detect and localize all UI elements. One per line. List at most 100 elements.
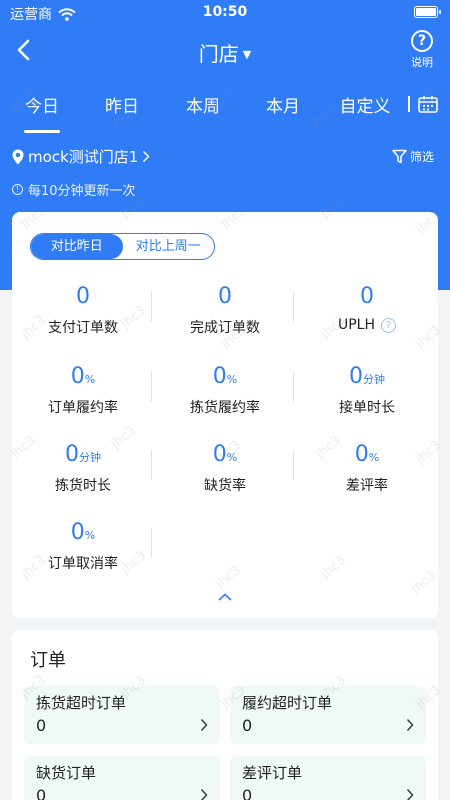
store-selector[interactable]: mock测试门店1 bbox=[12, 146, 150, 167]
order-tile-label: 履约超时订单 bbox=[242, 694, 333, 712]
metric-value: 0 bbox=[212, 442, 227, 467]
metric-value: 0 bbox=[212, 364, 227, 389]
metric-value: 0 bbox=[349, 364, 363, 389]
chevron-right-icon bbox=[200, 789, 208, 800]
compare-yesterday-option[interactable]: 对比昨日 bbox=[31, 234, 123, 259]
order-tile-value: 0 bbox=[242, 716, 253, 735]
metric-value: 0 bbox=[360, 284, 374, 309]
metric-label: 接单时长 bbox=[339, 400, 395, 416]
metric-unit: 分钟 bbox=[363, 373, 385, 386]
metric-paid-orders: 0 支付订单数 bbox=[12, 284, 154, 337]
metric-label: 差评率 bbox=[346, 478, 388, 494]
status-time: 10:50 bbox=[202, 4, 248, 20]
metric-value: 0 bbox=[65, 442, 79, 467]
filter-label: 筛选 bbox=[409, 150, 434, 164]
tab-divider bbox=[408, 96, 410, 112]
tab-label: 本月 bbox=[266, 97, 300, 117]
metric-label: 拣货履约率 bbox=[190, 400, 260, 416]
metric-label: 拣货时长 bbox=[55, 478, 111, 494]
metric-divider bbox=[151, 450, 152, 480]
store-name: mock测试门店1 bbox=[28, 148, 139, 166]
tab-yesterday[interactable]: 昨日 bbox=[98, 92, 146, 117]
metric-label: 订单履约率 bbox=[48, 400, 118, 416]
metric-divider bbox=[151, 372, 152, 402]
metric-value: 0 bbox=[76, 284, 90, 309]
update-notice: ! 每10分钟更新一次 bbox=[12, 180, 136, 199]
metric-divider bbox=[151, 528, 152, 558]
store-type-selector[interactable]: 门店 ▼ bbox=[0, 38, 450, 67]
metric-divider bbox=[293, 372, 294, 402]
metric-label: 完成订单数 bbox=[190, 320, 260, 336]
metric-picking-fulfillment-rate: 0% 拣货履约率 bbox=[154, 364, 296, 417]
metric-unit: % bbox=[226, 373, 238, 386]
chevron-right-icon bbox=[143, 150, 150, 163]
metric-divider bbox=[293, 292, 294, 322]
help-button[interactable]: ? 说明 bbox=[408, 30, 436, 70]
metric-picking-duration: 0分钟 拣货时长 bbox=[12, 442, 154, 495]
filter-button[interactable]: 筛选 bbox=[392, 148, 434, 165]
metric-value: 0 bbox=[70, 364, 85, 389]
order-tile-value: 0 bbox=[242, 786, 253, 800]
battery-icon bbox=[414, 6, 441, 18]
order-tile-label: 差评订单 bbox=[242, 764, 303, 782]
tab-this-week[interactable]: 本周 bbox=[179, 92, 227, 117]
metric-unit: % bbox=[84, 529, 96, 542]
tab-today[interactable]: 今日 bbox=[18, 92, 66, 117]
metric-out-of-stock-rate: 0% 缺货率 bbox=[154, 442, 296, 495]
metric-value: 0 bbox=[354, 442, 369, 467]
notice-text: 每10分钟更新一次 bbox=[28, 184, 136, 199]
compare-toggle: 对比昨日 对比上周一 bbox=[30, 233, 215, 260]
chevron-right-icon bbox=[406, 789, 414, 800]
tab-label: 本周 bbox=[186, 97, 220, 117]
tab-label: 自定义 bbox=[339, 97, 391, 117]
metric-order-fulfillment-rate: 0% 订单履约率 bbox=[12, 364, 154, 417]
metric-accept-duration: 0分钟 接单时长 bbox=[296, 364, 438, 417]
metric-value: 0 bbox=[70, 520, 85, 545]
metric-unit: % bbox=[84, 373, 96, 386]
tab-custom[interactable]: 自定义 bbox=[334, 92, 396, 117]
question-circle-icon[interactable]: ? bbox=[381, 318, 397, 333]
tab-this-month[interactable]: 本月 bbox=[259, 92, 307, 117]
metric-label: 缺货率 bbox=[204, 478, 246, 494]
tab-label: 昨日 bbox=[105, 97, 139, 117]
order-tile-label: 拣货超时订单 bbox=[36, 694, 127, 712]
tab-label: 今日 bbox=[25, 97, 59, 117]
order-tile-value: 0 bbox=[36, 716, 47, 735]
nav-bar: 门店 ▼ ? 说明 bbox=[0, 26, 450, 76]
order-tile-picking-timeout[interactable]: 拣货超时订单 0 bbox=[24, 686, 220, 744]
help-label: 说明 bbox=[411, 56, 433, 69]
info-icon: ! bbox=[12, 184, 23, 195]
compare-last-week-option[interactable]: 对比上周一 bbox=[123, 234, 215, 259]
metric-divider bbox=[293, 450, 294, 480]
metric-order-cancel-rate: 0% 订单取消率 bbox=[12, 520, 154, 573]
question-icon: ? bbox=[411, 30, 433, 52]
metric-divider bbox=[151, 292, 152, 322]
metric-bad-review-rate: 0% 差评率 bbox=[296, 442, 438, 495]
metric-unit: % bbox=[368, 451, 380, 464]
metric-label: 支付订单数 bbox=[48, 320, 118, 336]
calendar-icon[interactable] bbox=[418, 95, 438, 113]
order-tile-bad-review[interactable]: 差评订单 0 bbox=[230, 756, 426, 800]
status-bar: 运营商 10:50 bbox=[0, 0, 450, 26]
metric-completed-orders: 0 完成订单数 bbox=[154, 284, 296, 337]
chevron-right-icon bbox=[200, 719, 208, 731]
chevron-right-icon bbox=[406, 719, 414, 731]
orders-title: 订单 bbox=[30, 650, 66, 671]
metric-uplh: 0 UPLH? bbox=[296, 284, 438, 333]
metric-unit: 分钟 bbox=[79, 451, 101, 464]
filter-icon bbox=[392, 149, 407, 164]
location-pin-icon bbox=[12, 149, 24, 164]
orders-card: 订单 拣货超时订单 0 履约超时订单 0 缺货订单 0 差评订单 0 bbox=[12, 630, 438, 800]
order-tile-out-of-stock[interactable]: 缺货订单 0 bbox=[24, 756, 220, 800]
metric-label: UPLH bbox=[337, 317, 376, 333]
order-tile-fulfillment-timeout[interactable]: 履约超时订单 0 bbox=[230, 686, 426, 744]
collapse-chevron-up-icon[interactable] bbox=[217, 592, 233, 602]
date-tabs: 今日 昨日 本周 本月 自定义 bbox=[0, 86, 450, 126]
metric-label: 订单取消率 bbox=[48, 556, 118, 572]
metrics-card: 对比昨日 对比上周一 0 支付订单数 0 完成订单数 0 UPLH? 0% 订单… bbox=[12, 212, 438, 618]
page-title: 门店 bbox=[198, 42, 239, 66]
caret-down-icon: ▼ bbox=[242, 48, 252, 61]
order-tile-value: 0 bbox=[36, 786, 47, 800]
metric-unit: % bbox=[226, 451, 238, 464]
order-tile-label: 缺货订单 bbox=[36, 764, 97, 782]
